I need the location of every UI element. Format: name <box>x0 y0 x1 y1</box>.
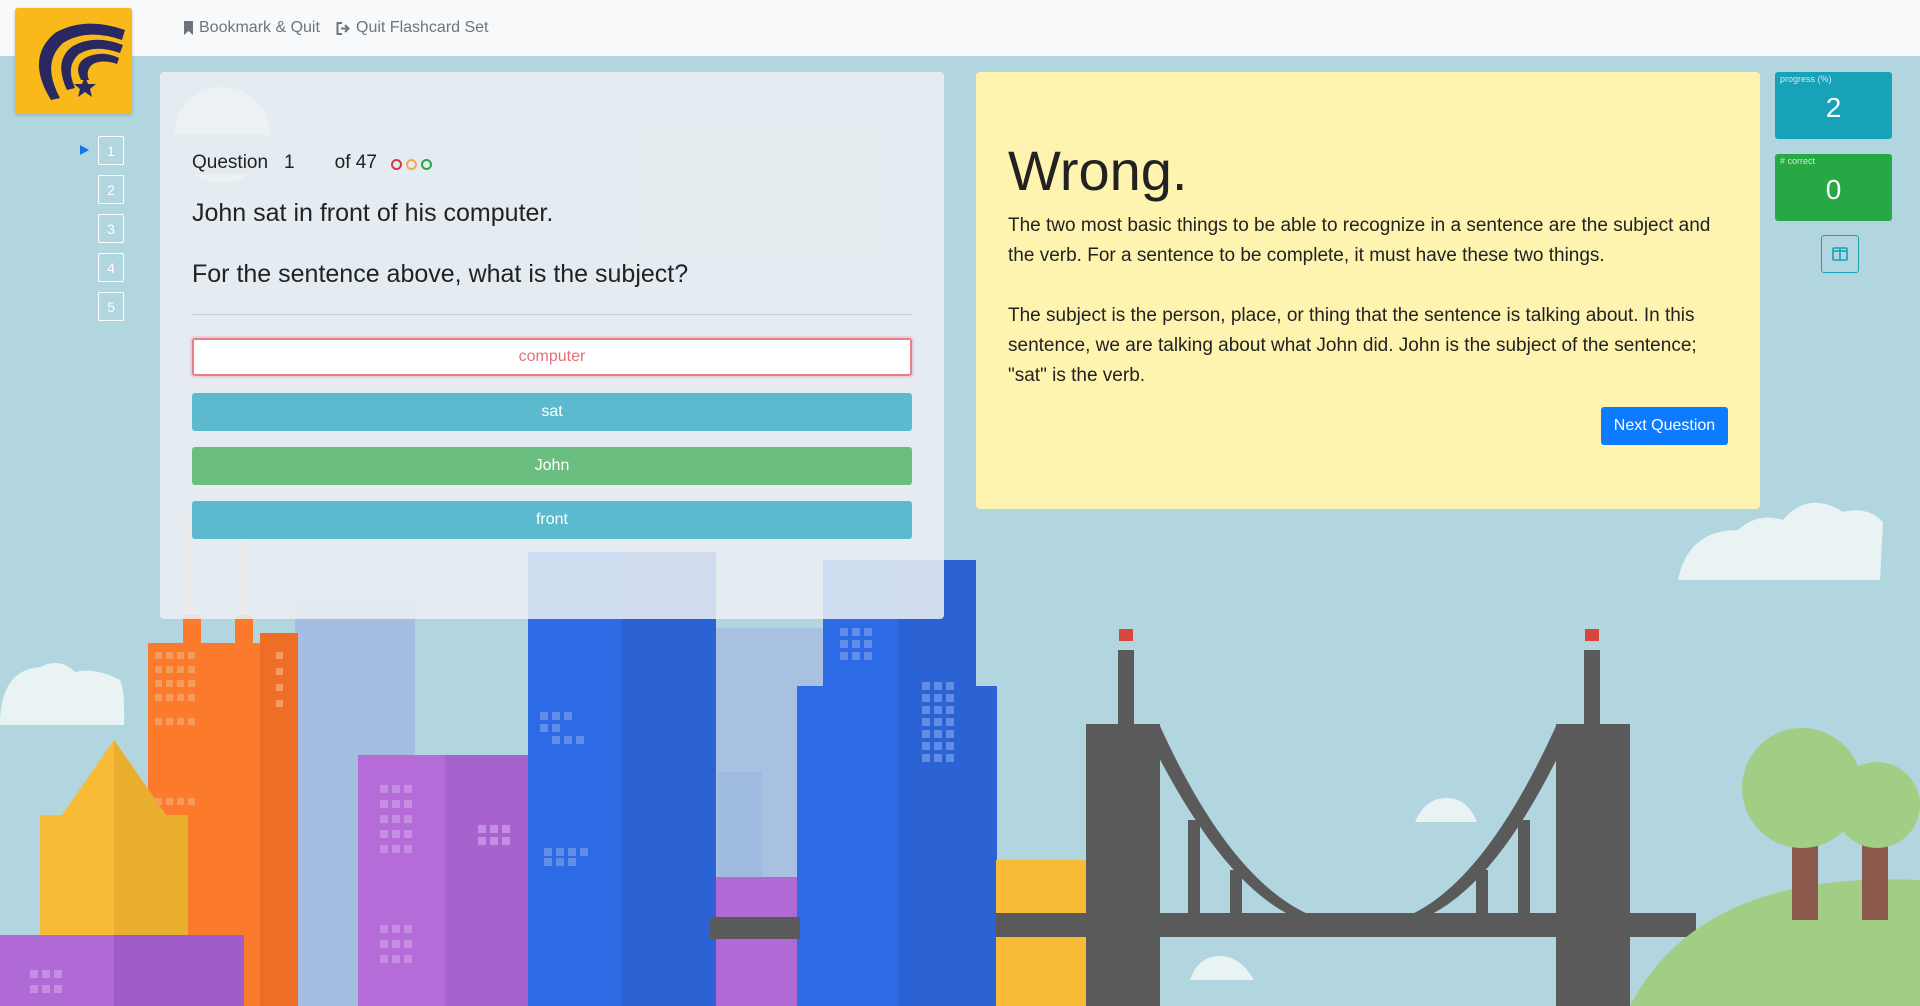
divider <box>192 314 912 315</box>
question-list-item[interactable]: 1 <box>80 136 124 165</box>
status-dots <box>390 159 432 170</box>
progress-value: 2 <box>1825 91 1842 123</box>
bookmark-icon <box>184 21 193 35</box>
answer-label: front <box>535 511 568 528</box>
question-list-item-label: 1 <box>107 142 115 159</box>
status-dot-green <box>420 159 432 170</box>
question-list-item[interactable]: 5 <box>98 292 124 321</box>
status-dot-yellow <box>405 159 417 170</box>
answer-button-computer[interactable]: computer <box>192 338 912 376</box>
answer-label: John <box>534 457 570 474</box>
answer-label: computer <box>518 348 586 365</box>
sign-out-icon <box>336 21 350 35</box>
question-list-item-label: 3 <box>107 220 115 237</box>
top-navbar: Bookmark & Quit Quit Flashcard Set <box>0 0 1920 56</box>
play-arrow-icon <box>80 145 89 155</box>
question-header: Question 1 of 47 <box>192 152 432 174</box>
status-dot-red <box>390 159 402 170</box>
question-sentence: John sat in front of his computer. <box>192 199 554 227</box>
feedback-card: Wrong. The two most basic things to be a… <box>976 72 1760 509</box>
answer-button-john[interactable]: John <box>192 447 912 485</box>
app-logo[interactable] <box>15 8 132 114</box>
correct-value: 0 <box>1825 173 1842 205</box>
question-list-item[interactable]: 4 <box>98 253 124 282</box>
question-list-item[interactable]: 3 <box>98 214 124 243</box>
question-number: 1 <box>284 152 295 173</box>
feedback-paragraph-2: The subject is the person, place, or thi… <box>1008 305 1697 386</box>
question-list-item-label: 2 <box>107 181 115 198</box>
bookmark-quit-label: Bookmark & Quit <box>199 19 320 36</box>
question-list-item[interactable]: 2 <box>98 175 124 204</box>
question-card: Question 1 of 47 John sat in front of hi… <box>160 72 944 619</box>
answer-button-front[interactable]: front <box>192 501 912 539</box>
toggle-layout-button[interactable] <box>1821 235 1859 273</box>
question-list-item-label: 4 <box>107 259 115 276</box>
question-total: of 47 <box>334 152 377 173</box>
question-list-item-label: 5 <box>107 298 115 315</box>
feedback-paragraph-1: The two most basic things to be able to … <box>1008 215 1711 266</box>
correct-stat: # correct 0 <box>1775 154 1892 221</box>
question-list: 1 2 3 4 5 <box>80 136 124 331</box>
logo-mark-icon <box>38 23 125 101</box>
question-label: Question <box>192 152 269 173</box>
next-question-button[interactable]: Next Question <box>1601 407 1728 445</box>
columns-icon <box>1832 247 1848 261</box>
progress-stat: progress (%) 2 <box>1775 72 1892 139</box>
question-prompt: For the sentence above, what is the subj… <box>192 260 689 288</box>
bookmark-quit-link[interactable]: Bookmark & Quit <box>183 19 320 37</box>
answer-button-sat[interactable]: sat <box>192 393 912 431</box>
answer-label: sat <box>541 403 563 420</box>
feedback-title: Wrong. <box>1008 139 1188 202</box>
quit-flashcard-set-label: Quit Flashcard Set <box>356 19 489 36</box>
quit-flashcard-set-link[interactable]: Quit Flashcard Set <box>336 19 489 37</box>
